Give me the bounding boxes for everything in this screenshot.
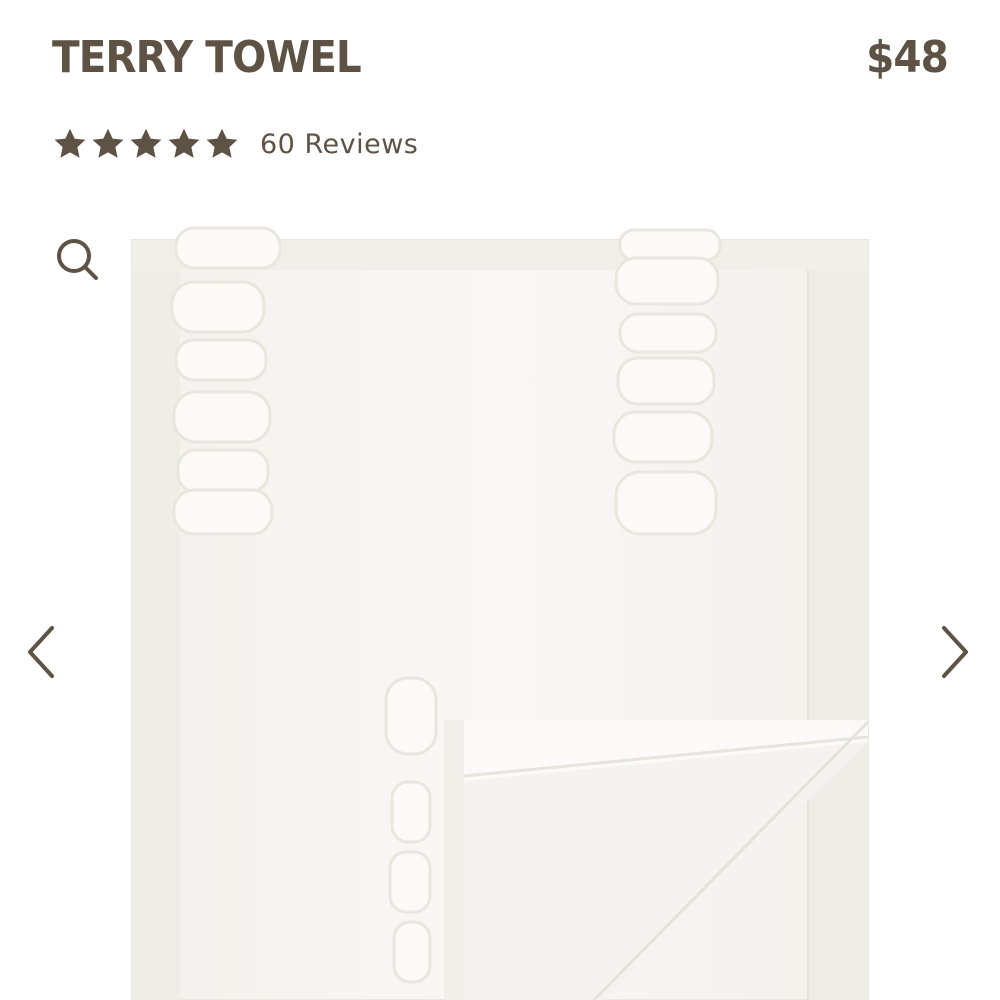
search-icon (57, 239, 98, 280)
star-icon (54, 128, 86, 158)
product-page: TERRY TOWEL $48 60 Reviews (0, 0, 1000, 1000)
product-price: $48 (866, 32, 949, 83)
chevron-left-icon (28, 626, 54, 678)
star-rating (52, 126, 240, 162)
product-image (124, 222, 876, 1000)
star-icon (206, 128, 238, 158)
product-title: TERRY TOWEL (52, 32, 362, 83)
previous-image-button[interactable] (20, 620, 64, 684)
star-icon (130, 128, 162, 158)
rating-summary[interactable]: 60 Reviews (52, 124, 418, 164)
star-icon (92, 128, 124, 158)
product-gallery (0, 200, 1000, 1000)
reviews-link[interactable]: 60 Reviews (260, 129, 418, 160)
zoom-button[interactable] (50, 232, 106, 288)
next-image-button[interactable] (932, 620, 976, 684)
star-icon (168, 128, 200, 158)
chevron-right-icon (942, 626, 968, 678)
towel-image (131, 226, 870, 1000)
